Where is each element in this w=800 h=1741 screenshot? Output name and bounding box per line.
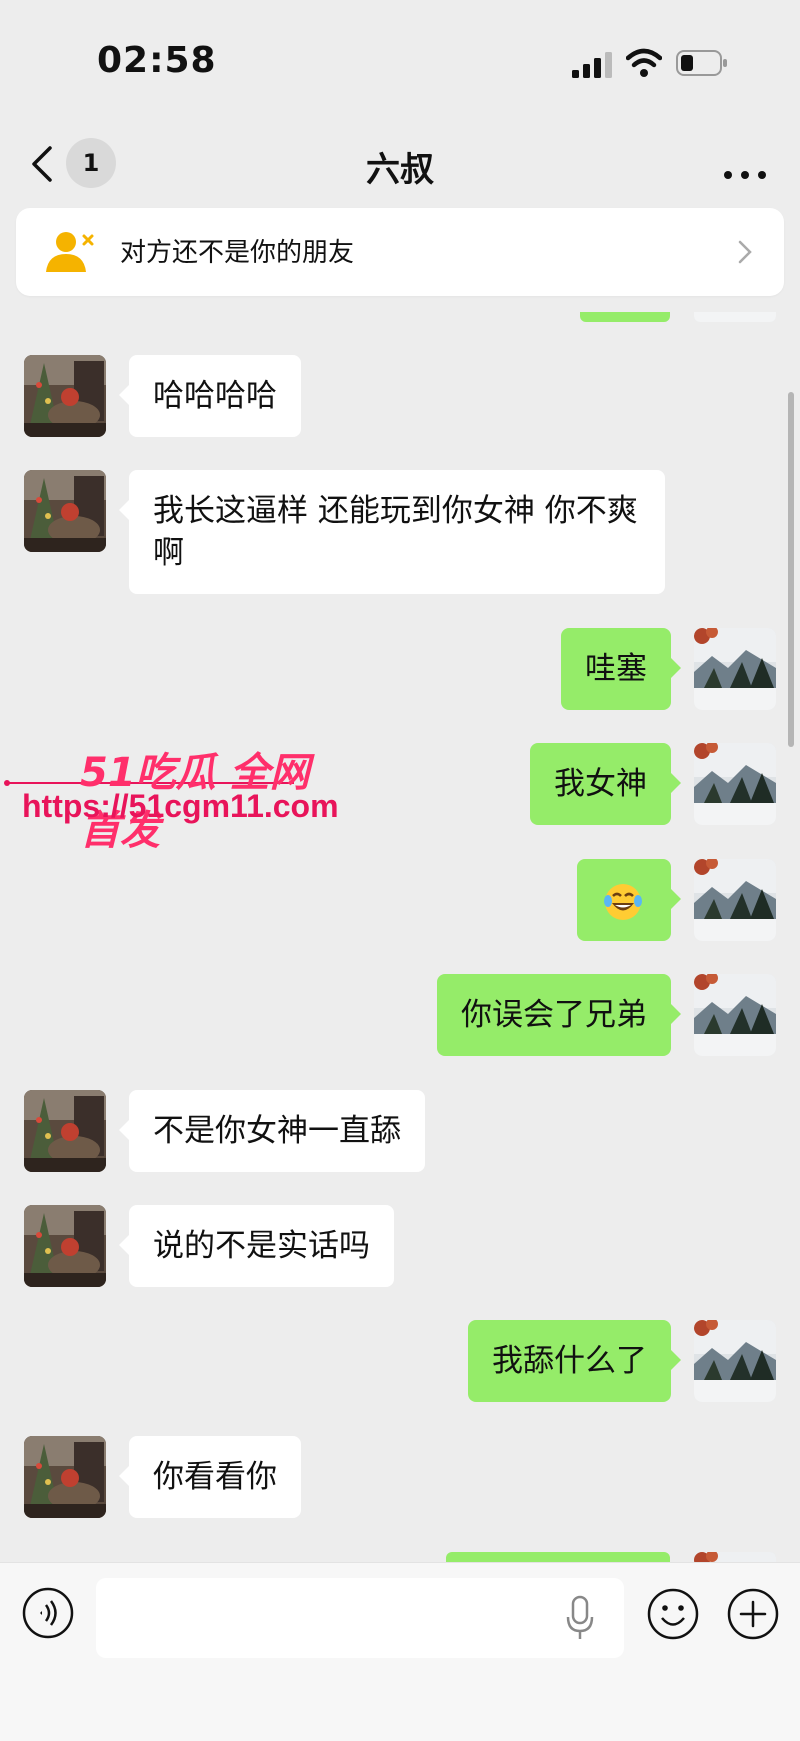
voice-icon[interactable] bbox=[22, 1587, 74, 1639]
message-bubble[interactable]: 说的不是实话吗 bbox=[119, 1205, 394, 1287]
message-bubble[interactable]: 我女神 bbox=[530, 743, 681, 825]
partial-message-bubble bbox=[580, 312, 670, 322]
status-time: 02:58 bbox=[97, 40, 217, 81]
face-with-tears-of-joy-icon bbox=[604, 883, 642, 920]
scrollbar[interactable] bbox=[788, 392, 794, 747]
message-bubble[interactable]: 哈哈哈哈 bbox=[119, 355, 301, 437]
partial-message-bubble bbox=[446, 1552, 670, 1562]
wifi-icon bbox=[626, 48, 662, 77]
my-avatar[interactable] bbox=[694, 1320, 776, 1402]
chat-title: 六叔 bbox=[366, 150, 434, 190]
more-icon[interactable] bbox=[720, 140, 770, 190]
plus-icon[interactable] bbox=[726, 1587, 780, 1641]
message-list[interactable]: 哈哈哈哈 我长这逼样 还能玩到你女神 你不爽啊 哇塞 我女神 你误会了兄弟 不是… bbox=[0, 312, 800, 1562]
avatar bbox=[694, 312, 776, 322]
not-friend-banner[interactable]: 对方还不是你的朋友 bbox=[16, 208, 784, 296]
mic-icon[interactable] bbox=[566, 1595, 594, 1641]
my-avatar[interactable] bbox=[694, 628, 776, 710]
status-bar: 02:58 bbox=[0, 0, 800, 120]
add-friend-icon bbox=[46, 232, 94, 272]
emoji-icon[interactable] bbox=[646, 1587, 700, 1641]
my-avatar[interactable] bbox=[694, 743, 776, 825]
message-bubble[interactable]: 我舔什么了 bbox=[468, 1320, 681, 1402]
cellular-signal-icon bbox=[572, 52, 612, 78]
message-bubble[interactable]: 我长这逼样 还能玩到你女神 你不爽啊 bbox=[119, 470, 665, 594]
chevron-right-icon bbox=[738, 240, 752, 264]
message-bubble[interactable]: 不是你女神一直舔 bbox=[119, 1090, 425, 1172]
message-input[interactable] bbox=[96, 1578, 624, 1658]
contact-avatar[interactable] bbox=[24, 1436, 106, 1518]
message-bubble[interactable]: 你看看你 bbox=[119, 1436, 301, 1518]
battery-icon bbox=[676, 50, 727, 76]
contact-avatar[interactable] bbox=[24, 1205, 106, 1287]
my-avatar[interactable] bbox=[694, 974, 776, 1056]
input-bar bbox=[0, 1562, 800, 1741]
message-bubble[interactable] bbox=[577, 859, 681, 941]
my-avatar[interactable] bbox=[694, 859, 776, 941]
banner-text: 对方还不是你的朋友 bbox=[120, 238, 355, 268]
contact-avatar[interactable] bbox=[24, 355, 106, 437]
watermark-url: https://51cgm11.com bbox=[22, 788, 339, 824]
message-bubble[interactable]: 你误会了兄弟 bbox=[437, 974, 681, 1056]
contact-avatar[interactable] bbox=[24, 470, 106, 552]
message-bubble[interactable]: 哇塞 bbox=[561, 628, 681, 710]
nav-bar: 1 六叔 bbox=[0, 120, 800, 210]
watermark: 51吃瓜 全网首发 https://51cgm11.com bbox=[0, 740, 339, 854]
contact-avatar[interactable] bbox=[24, 1090, 106, 1172]
avatar bbox=[694, 1552, 776, 1562]
